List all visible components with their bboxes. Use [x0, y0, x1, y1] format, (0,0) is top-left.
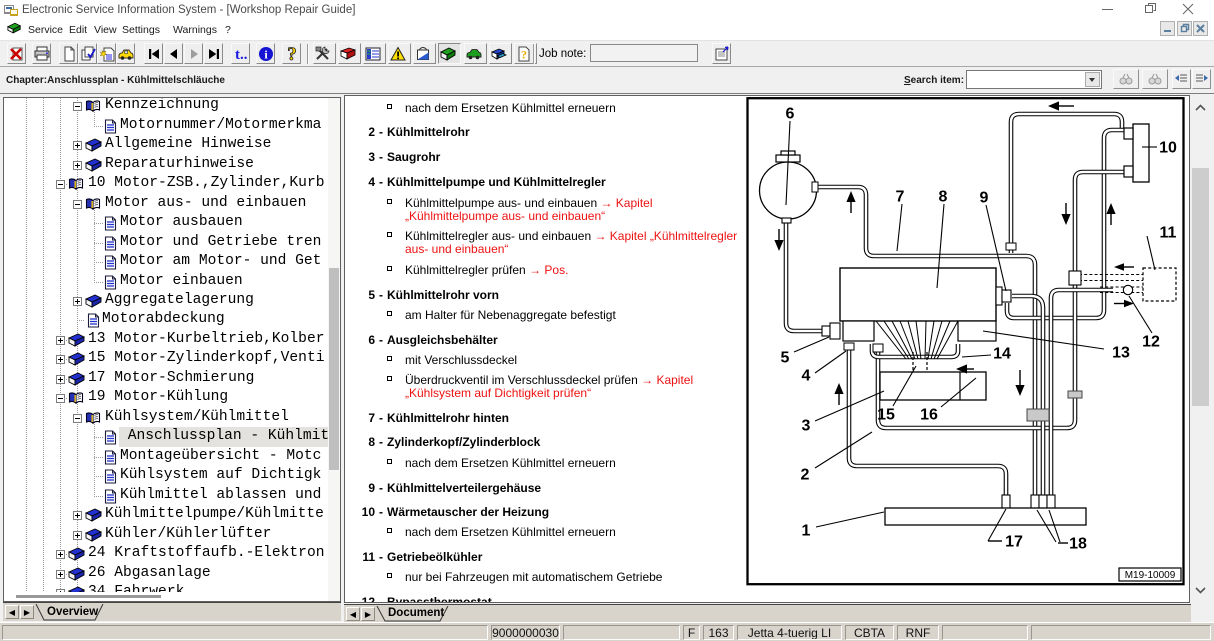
svg-text:9: 9: [980, 190, 989, 207]
svg-text:6: 6: [786, 106, 795, 123]
svg-text:16: 16: [920, 407, 938, 424]
svg-text:17: 17: [1005, 534, 1023, 551]
svg-text:4: 4: [802, 368, 811, 385]
svg-text:?: ?: [287, 46, 297, 62]
svg-text:18: 18: [1069, 536, 1087, 553]
svg-text:14: 14: [993, 346, 1011, 363]
svg-text:15: 15: [877, 407, 895, 424]
svg-text:13: 13: [1112, 345, 1130, 362]
svg-text:8: 8: [939, 189, 948, 206]
svg-text:10: 10: [1159, 140, 1177, 157]
svg-text:12: 12: [1142, 334, 1160, 351]
svg-text:M19-10009: M19-10009: [1125, 570, 1176, 581]
svg-text:1: 1: [802, 523, 811, 540]
svg-text:5: 5: [781, 350, 790, 367]
svg-text:?: ?: [521, 48, 527, 62]
svg-text:11: 11: [1160, 225, 1177, 242]
svg-text:3: 3: [802, 418, 811, 435]
svg-text:7: 7: [896, 189, 905, 206]
svg-text:t..: t..: [235, 47, 248, 62]
svg-text:2: 2: [801, 467, 810, 484]
